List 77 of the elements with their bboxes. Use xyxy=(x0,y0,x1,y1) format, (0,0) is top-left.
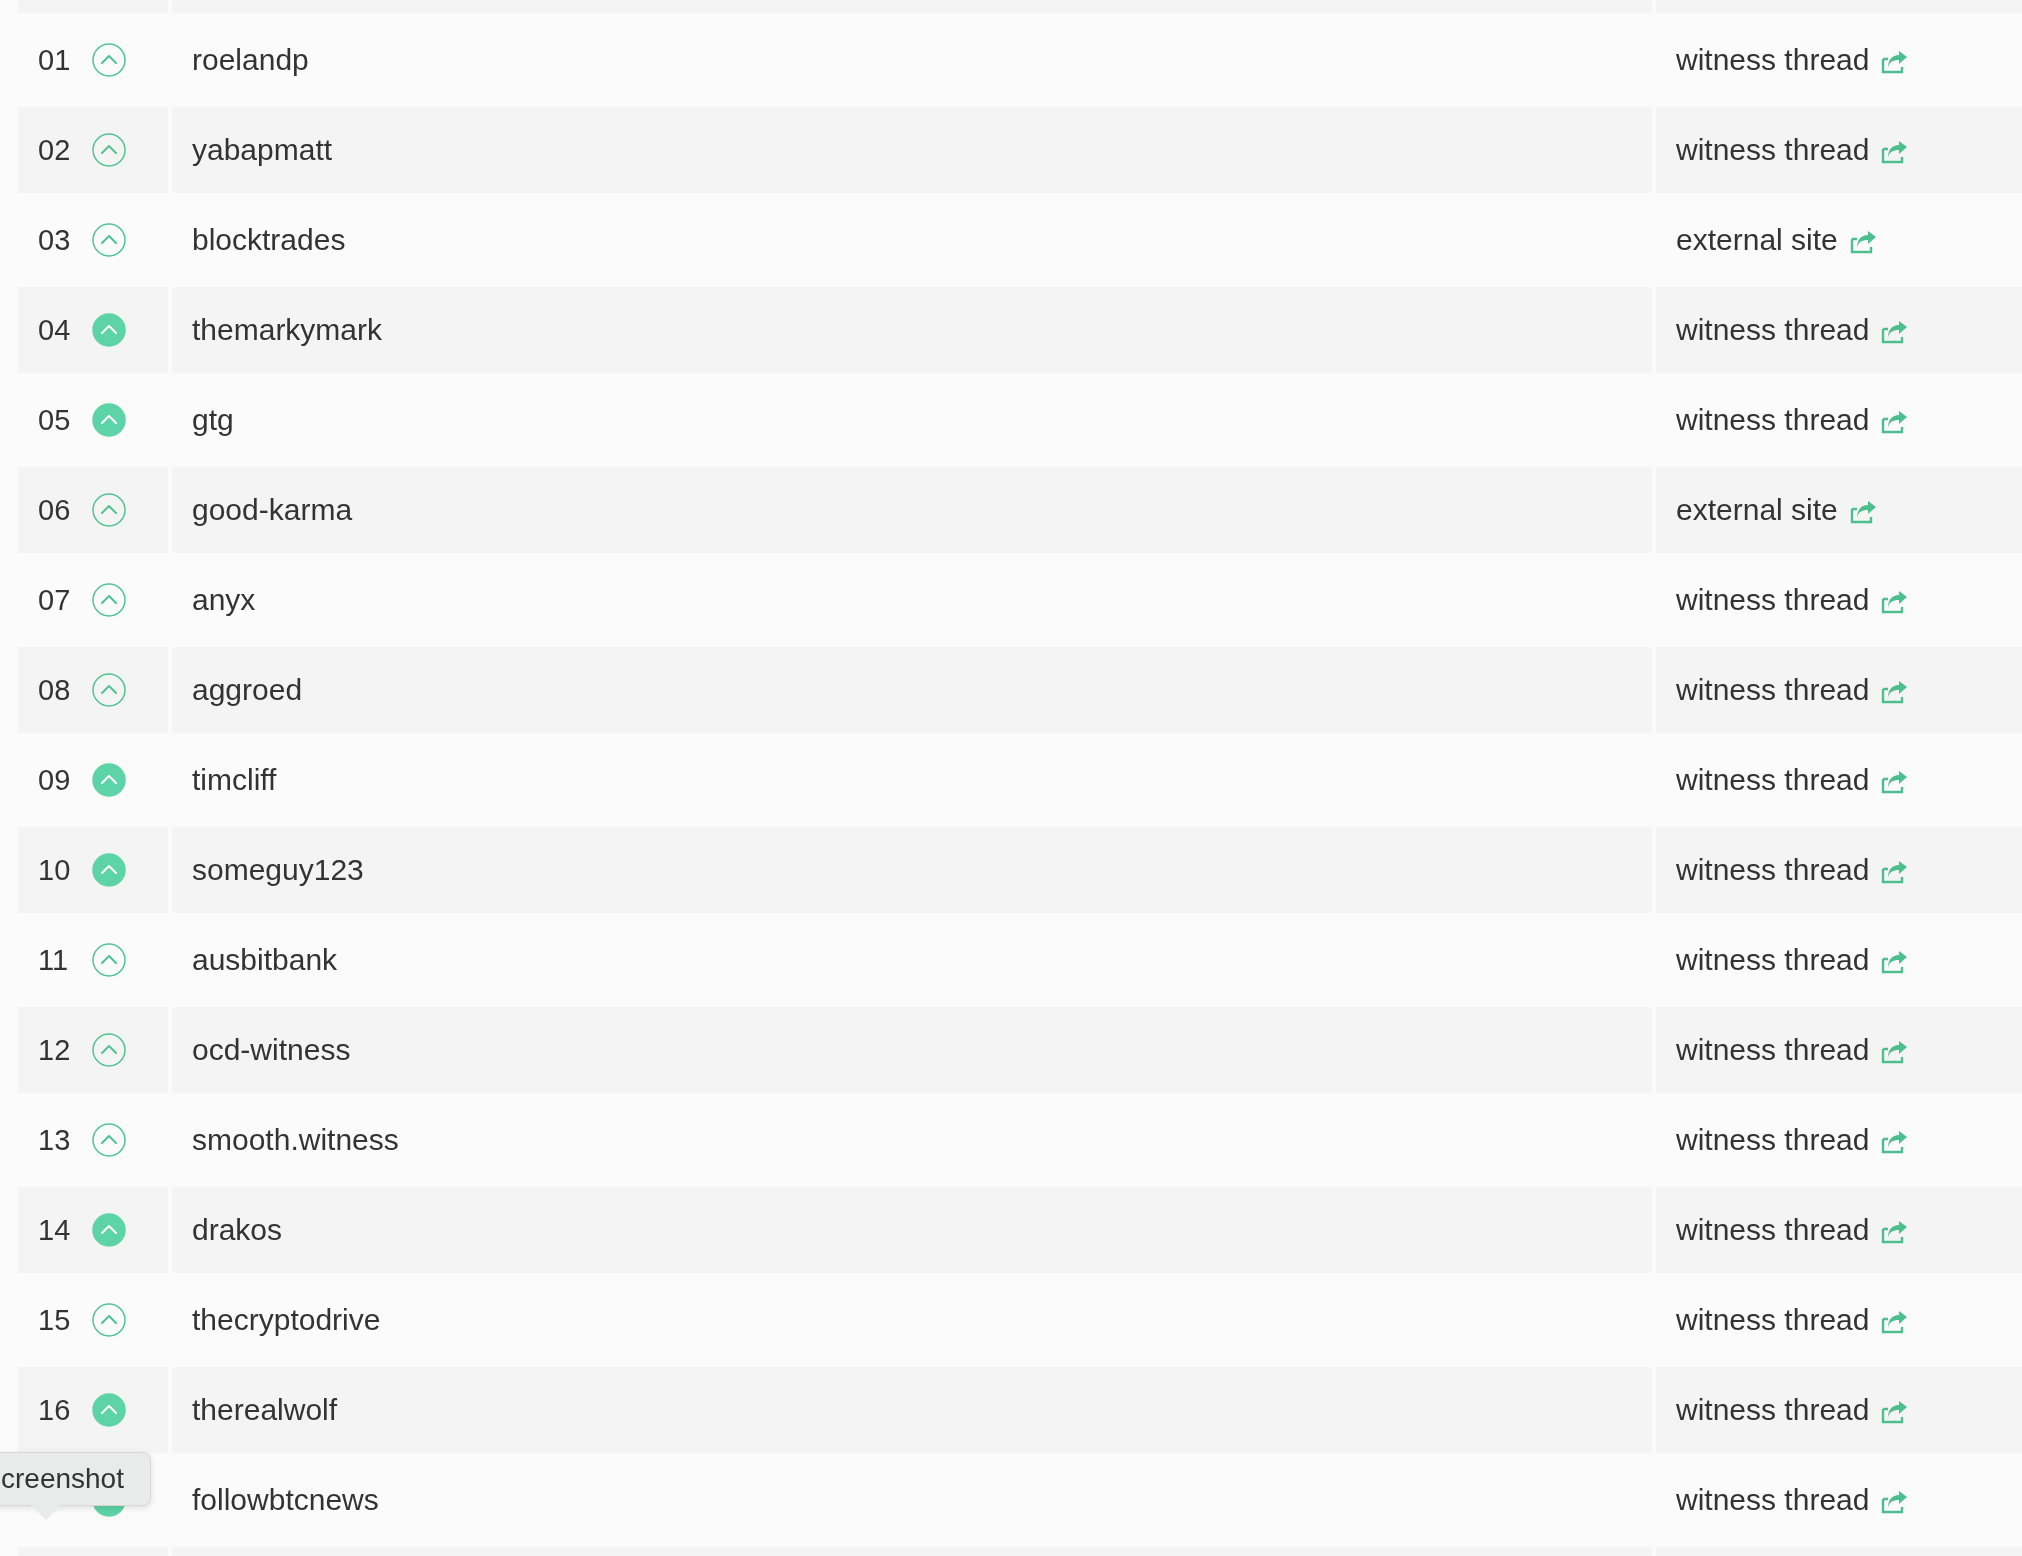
upvote-button[interactable] xyxy=(92,493,126,527)
upvote-button[interactable] xyxy=(92,853,126,887)
external-link[interactable]: external site xyxy=(1676,223,1838,257)
rank-number: 14 xyxy=(38,1213,72,1247)
external-link[interactable]: witness thread xyxy=(1676,403,1870,437)
account-name[interactable]: followbtcnews xyxy=(192,1483,379,1517)
account-name[interactable]: thecryptodrive xyxy=(192,1303,381,1337)
upvote-button[interactable] xyxy=(92,1123,126,1157)
upvote-button[interactable] xyxy=(92,1033,126,1067)
share-icon xyxy=(1881,1400,1909,1424)
share-icon xyxy=(1881,320,1909,344)
rank-number: 05 xyxy=(38,403,72,437)
share-icon xyxy=(1881,680,1909,704)
external-link[interactable]: witness thread xyxy=(1676,943,1870,977)
share-icon xyxy=(1881,140,1909,164)
upvote-button[interactable] xyxy=(92,133,126,167)
upvote-button[interactable] xyxy=(92,763,126,797)
share-icon xyxy=(1849,500,1877,524)
rank-number: 04 xyxy=(38,313,72,347)
account-name[interactable]: therealwolf xyxy=(192,1393,338,1427)
upvote-button[interactable] xyxy=(92,583,126,617)
rank-number: 09 xyxy=(38,763,72,797)
account-name[interactable]: anyx xyxy=(192,583,256,617)
account-name[interactable]: ausbitbank xyxy=(192,943,338,977)
share-icon xyxy=(1881,1040,1909,1064)
share-icon xyxy=(1881,770,1909,794)
external-link[interactable]: external site xyxy=(1676,493,1838,527)
external-link[interactable]: witness thread xyxy=(1676,583,1870,617)
account-name[interactable]: roelandp xyxy=(192,43,309,77)
tooltip-arrow xyxy=(29,1503,63,1521)
rank-number: 16 xyxy=(38,1393,72,1427)
rank-number: 08 xyxy=(38,673,72,707)
account-name[interactable]: smooth.witness xyxy=(192,1123,399,1157)
account-name[interactable]: yabapmatt xyxy=(192,133,333,167)
rank-number: 15 xyxy=(38,1303,72,1337)
upvote-button[interactable] xyxy=(92,1303,126,1337)
account-name[interactable]: timcliff xyxy=(192,763,277,797)
share-icon xyxy=(1881,1130,1909,1154)
rank-number: 10 xyxy=(38,853,72,887)
account-name[interactable]: someguy123 xyxy=(192,853,364,887)
share-icon xyxy=(1881,1220,1909,1244)
rank-number: 02 xyxy=(38,133,72,167)
external-link[interactable]: witness thread xyxy=(1676,1303,1870,1337)
account-name[interactable]: aggroed xyxy=(192,673,303,707)
rank-number: 06 xyxy=(38,493,72,527)
account-name[interactable]: drakos xyxy=(192,1213,283,1247)
account-name[interactable]: ocd-witness xyxy=(192,1033,351,1067)
rank-number: 03 xyxy=(38,223,72,257)
upvote-button[interactable] xyxy=(92,403,126,437)
share-icon xyxy=(1881,1310,1909,1334)
upvote-button[interactable] xyxy=(92,223,126,257)
share-icon xyxy=(1881,50,1909,74)
share-icon xyxy=(1881,860,1909,884)
rank-number: 12 xyxy=(38,1033,72,1067)
external-link[interactable]: witness thread xyxy=(1676,1123,1870,1157)
rank-number: 11 xyxy=(38,943,70,977)
rank-number: 07 xyxy=(38,583,72,617)
external-link[interactable]: witness thread xyxy=(1676,43,1870,77)
share-icon xyxy=(1881,1490,1909,1514)
upvote-button[interactable] xyxy=(92,1393,126,1427)
share-icon xyxy=(1881,950,1909,974)
share-icon xyxy=(1849,230,1877,254)
share-icon xyxy=(1881,590,1909,614)
external-link[interactable]: witness thread xyxy=(1676,1483,1870,1517)
account-name[interactable]: blocktrades xyxy=(192,223,346,257)
account-name[interactable]: good-karma xyxy=(192,493,353,527)
upvote-button[interactable] xyxy=(92,673,126,707)
upvote-button[interactable] xyxy=(92,943,126,977)
rank-number: 01 xyxy=(38,43,72,77)
account-name[interactable]: gtg xyxy=(192,403,234,437)
share-icon xyxy=(1881,410,1909,434)
account-name[interactable]: themarkymark xyxy=(192,313,383,347)
upvote-button[interactable] xyxy=(92,1213,126,1247)
external-link[interactable]: witness thread xyxy=(1676,763,1870,797)
rank-number: 13 xyxy=(38,1123,72,1157)
upvote-button[interactable] xyxy=(92,313,126,347)
upvote-button[interactable] xyxy=(92,43,126,77)
